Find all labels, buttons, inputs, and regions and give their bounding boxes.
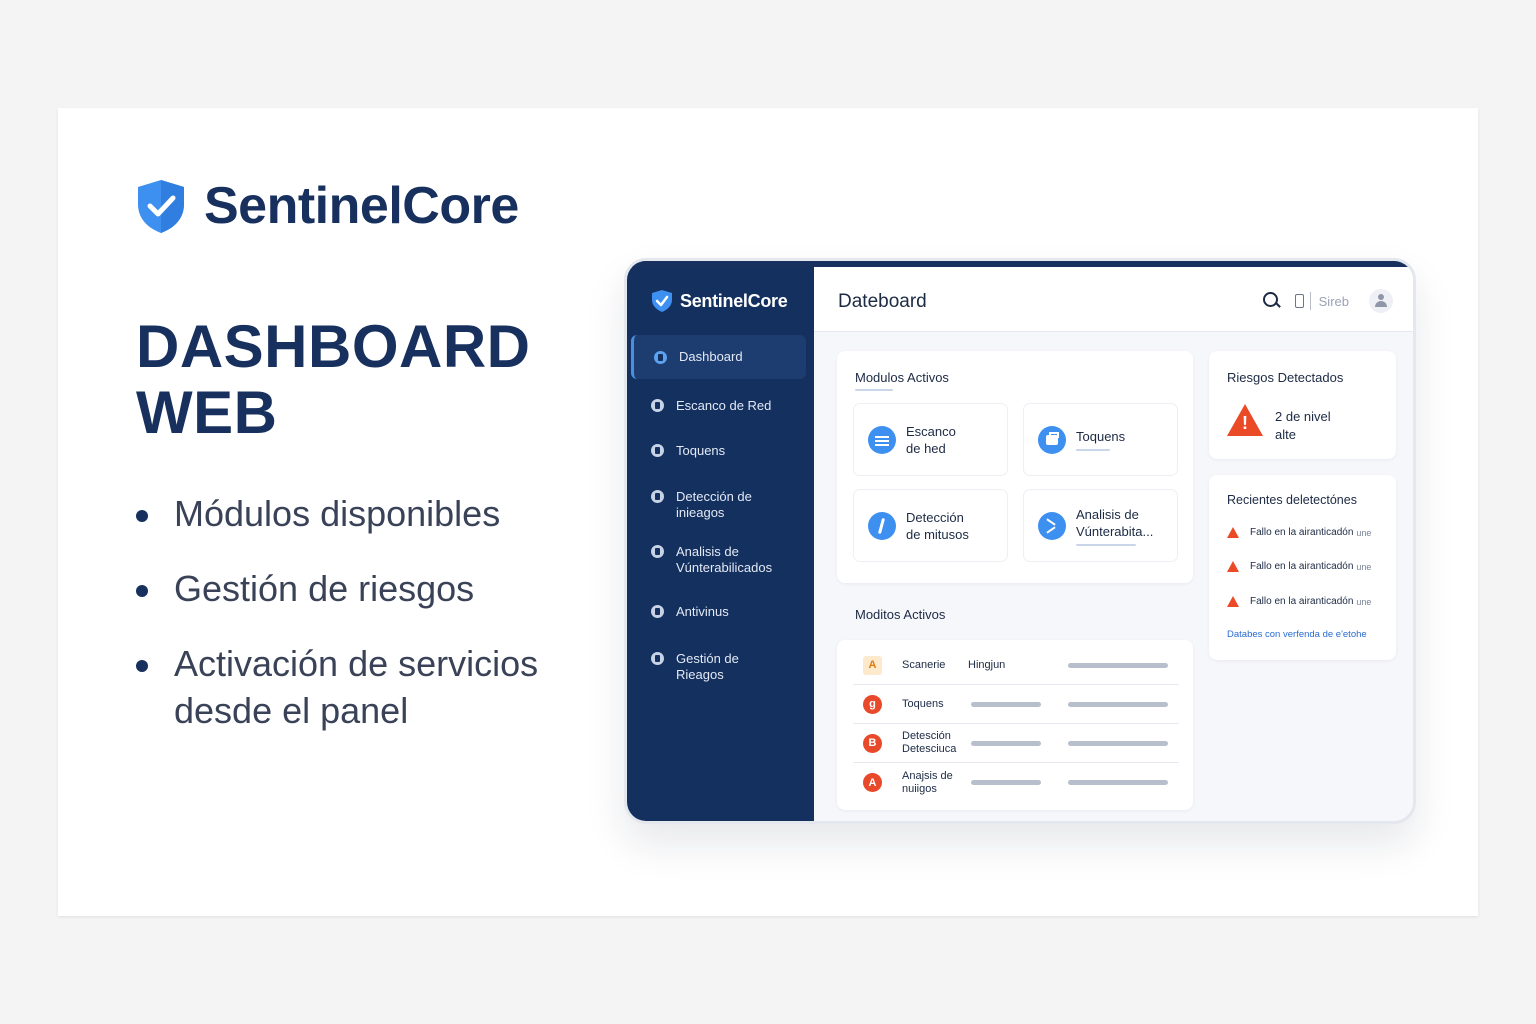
detection-item[interactable]: Fallo en la airanticadón une bbox=[1227, 527, 1371, 538]
label-underline bbox=[1076, 543, 1136, 546]
title-line-2: WEB bbox=[136, 379, 278, 446]
search-icon[interactable] bbox=[1262, 292, 1281, 310]
progress-bar bbox=[1068, 780, 1168, 785]
warning-mark: ! bbox=[1242, 413, 1248, 433]
progress-bar bbox=[971, 780, 1041, 785]
shield-check-icon bbox=[138, 180, 184, 233]
header-label[interactable]: Sireb bbox=[1319, 294, 1349, 309]
progress-bar bbox=[1068, 662, 1168, 668]
scanner-icon: A bbox=[863, 655, 882, 675]
sidebar-item-dashboard[interactable]: Dashboard bbox=[631, 335, 806, 379]
module-card-vulnerability-analysis[interactable]: Analisis de Vúnterabita... bbox=[1023, 489, 1178, 562]
scan-icon bbox=[651, 399, 664, 412]
bullet-dot bbox=[136, 660, 148, 672]
sidebar-brand[interactable]: SentinelCore bbox=[651, 289, 788, 313]
brand-name: SentinelCore bbox=[204, 177, 519, 235]
bullet-dot bbox=[136, 510, 148, 522]
feature-item: Gestión de riesgos bbox=[136, 565, 596, 612]
warning-icon bbox=[1227, 561, 1239, 572]
title-line-1: DASHBOARD bbox=[136, 313, 531, 380]
warning-icon bbox=[1227, 527, 1239, 538]
risk-summary: 2 de nivel alte bbox=[1275, 409, 1331, 442]
lines-icon bbox=[868, 425, 896, 454]
sidebar: SentinelCore Dashboard Escanco de Red To… bbox=[627, 261, 814, 821]
sidebar-item-tokens[interactable]: Toquens bbox=[627, 443, 814, 459]
label-underline bbox=[1076, 449, 1110, 451]
progress-bar bbox=[971, 740, 1041, 746]
progress-bar bbox=[1068, 740, 1168, 746]
detection-item[interactable]: Fallo en la airanticadón une bbox=[1227, 561, 1371, 572]
chart-icon bbox=[651, 652, 664, 665]
dashboard-mockup: SentinelCore Dashboard Escanco de Red To… bbox=[624, 258, 1416, 824]
feature-item: Activación de servicios desde el panel bbox=[136, 640, 596, 734]
progress-bar bbox=[971, 701, 1041, 707]
header-actions: Sireb bbox=[1262, 289, 1393, 313]
briefcase-icon bbox=[1038, 425, 1066, 454]
module-card-tokens[interactable]: Toquens bbox=[1023, 403, 1178, 476]
detected-risks-panel: Riesgos Detectados ! 2 de nivel alte bbox=[1209, 351, 1396, 459]
recent-detections-panel: Recientes deletectónes Fallo en la airan… bbox=[1209, 475, 1396, 660]
dashboard-icon bbox=[654, 351, 667, 364]
app-header: Dateboard Sireb bbox=[814, 267, 1413, 332]
app-page-title: Dateboard bbox=[838, 291, 927, 312]
active-modules-panel: Modulos Activos Escanco de hed Toquens D… bbox=[837, 351, 1193, 583]
feature-list: Módulos disponibles Gestión de riesgos A… bbox=[136, 490, 596, 762]
sidebar-item-antivirus[interactable]: Antivinus bbox=[627, 604, 814, 620]
detection-badge-icon: B bbox=[863, 733, 882, 753]
sidebar-brand-name: SentinelCore bbox=[680, 290, 788, 311]
token-badge-icon: g bbox=[863, 694, 882, 714]
table-row[interactable]: A Scanerie Hingjun bbox=[853, 646, 1179, 685]
avatar-icon[interactable] bbox=[1369, 289, 1393, 313]
panel-title: Riesgos Detectados bbox=[1227, 370, 1344, 385]
analysis-badge-icon: A bbox=[863, 773, 882, 792]
phone-icon[interactable] bbox=[1294, 294, 1304, 308]
table-row[interactable]: g Toquens bbox=[853, 685, 1179, 724]
divider bbox=[1309, 292, 1311, 310]
active-items-panel: A Scanerie Hingjun g Toquens B Detesción… bbox=[837, 640, 1193, 810]
sidebar-item-risk-detection[interactable]: Detección de inieagos bbox=[627, 489, 814, 521]
module-card-network-scan[interactable]: Escanco de hed bbox=[853, 403, 1008, 476]
warning-icon bbox=[1227, 596, 1239, 607]
antivirus-icon bbox=[651, 605, 664, 618]
analysis-icon bbox=[651, 545, 664, 558]
page-title: DASHBOARD WEB bbox=[136, 314, 531, 446]
sidebar-item-risk-management[interactable]: Gestión de Rieagos bbox=[627, 651, 814, 683]
progress-bar bbox=[1068, 701, 1168, 707]
sidebar-item-network-scan[interactable]: Escanco de Red bbox=[627, 398, 814, 414]
title-underline bbox=[855, 389, 893, 391]
detection-icon bbox=[651, 490, 664, 503]
sidebar-item-vulnerability-analysis[interactable]: Analisis de Vúnterabilicados bbox=[627, 544, 814, 576]
section-title: Moditos Activos bbox=[855, 607, 946, 622]
table-row[interactable]: A Anajsis de nuiigos bbox=[853, 763, 1179, 802]
module-card-misuse-detection[interactable]: Detección de mitusos bbox=[853, 489, 1008, 562]
bullet-dot bbox=[136, 585, 148, 597]
bolt-icon bbox=[868, 511, 896, 540]
detection-item[interactable]: Fallo en la airanticadón une bbox=[1227, 596, 1371, 607]
arrow-icon bbox=[1038, 511, 1066, 540]
view-all-link[interactable]: Databes con verfenda de e'etohe bbox=[1227, 629, 1367, 640]
table-row[interactable]: B Detesción Detesciuca bbox=[853, 724, 1179, 763]
feature-item: Módulos disponibles bbox=[136, 490, 596, 537]
sidebar-nav: Dashboard Escanco de Red Toquens Detecci… bbox=[627, 335, 814, 683]
panel-title: Recientes deletectónes bbox=[1227, 493, 1357, 507]
panel-title: Modulos Activos bbox=[855, 370, 949, 391]
token-icon bbox=[651, 444, 664, 457]
shield-check-icon bbox=[652, 290, 672, 312]
brand-logo: SentinelCore bbox=[134, 176, 519, 236]
